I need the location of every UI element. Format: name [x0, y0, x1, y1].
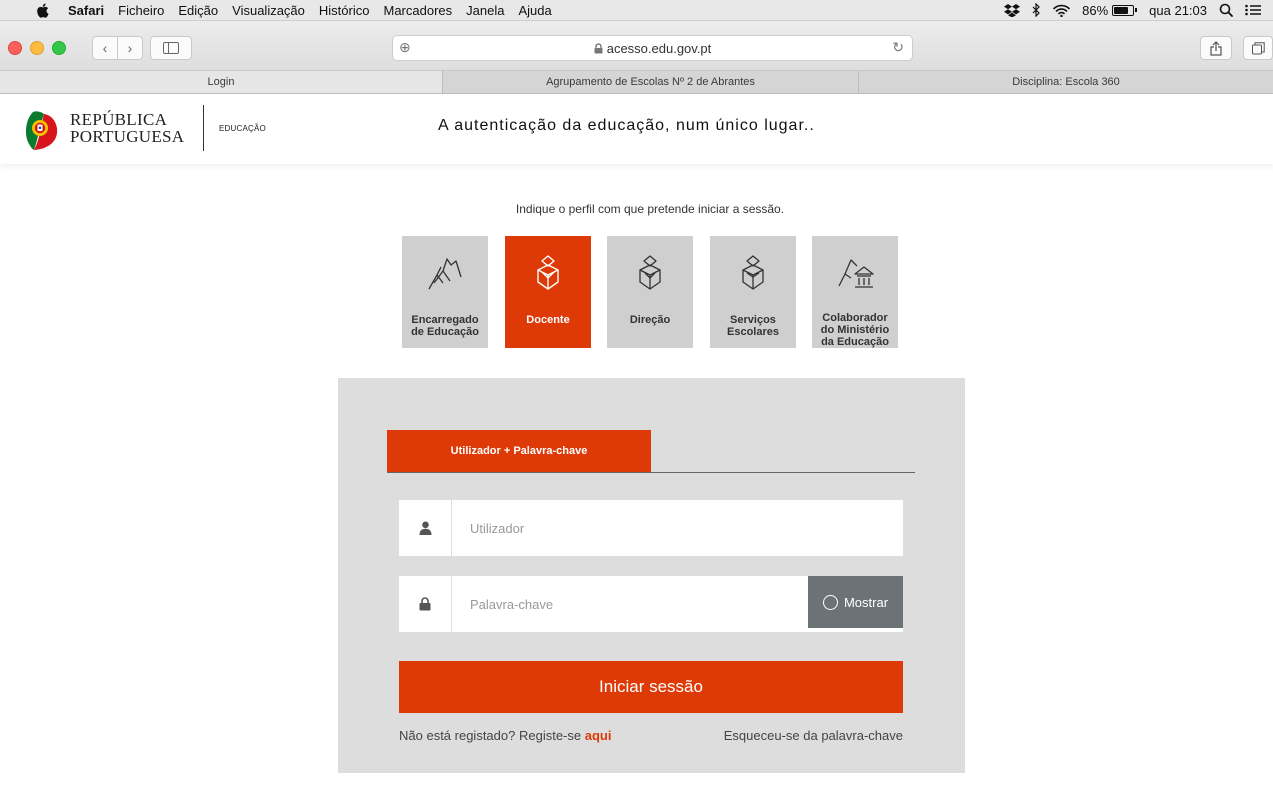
- toggle-circle-icon: [822, 594, 838, 610]
- username-input[interactable]: [452, 500, 903, 556]
- menu-janela[interactable]: Janela: [466, 3, 504, 18]
- register-link[interactable]: aqui: [585, 728, 612, 743]
- section-label: EDUCAÇÃO: [219, 124, 266, 133]
- notification-center-icon[interactable]: [1245, 4, 1261, 16]
- clock[interactable]: qua 21:03: [1149, 3, 1207, 18]
- reload-icon[interactable]: ↻: [892, 39, 904, 56]
- minimize-window-button[interactable]: [30, 41, 44, 55]
- forgot-password-link[interactable]: Esqueceu-se da palavra-chave: [724, 728, 903, 743]
- tab-login[interactable]: Login: [0, 71, 443, 93]
- profile-docente[interactable]: Docente: [505, 236, 591, 348]
- share-icon: [1210, 40, 1222, 56]
- zoom-window-button[interactable]: [52, 41, 66, 55]
- menu-edicao[interactable]: Edição: [178, 3, 218, 18]
- login-panel: Utilizador + Palavra-chave Mostrar Inici…: [338, 378, 965, 773]
- browser-toolbar: ‹ › ⊕ acesso.edu.gov.pt ↻: [0, 21, 1273, 71]
- forward-button[interactable]: ›: [118, 36, 143, 60]
- ministry-icon: [830, 248, 880, 296]
- lock-icon: [399, 576, 452, 632]
- chevron-right-icon: ›: [127, 40, 133, 56]
- profile-servicos-escolares[interactable]: Serviços Escolares: [710, 236, 796, 348]
- school-services-icon: [728, 248, 778, 298]
- profile-docente-label: Docente: [526, 314, 570, 326]
- chevron-left-icon: ‹: [102, 40, 108, 56]
- apple-menu-icon[interactable]: [36, 3, 50, 18]
- share-button[interactable]: [1200, 36, 1232, 60]
- tab-username-password[interactable]: Utilizador + Palavra-chave: [387, 430, 651, 472]
- profile-colaborador-ministerio-label: Colaborador do Ministério da Educação: [820, 312, 890, 348]
- dropbox-icon[interactable]: [1004, 3, 1021, 17]
- menu-marcadores[interactable]: Marcadores: [383, 3, 452, 18]
- sidebar-toggle-button[interactable]: [150, 36, 192, 60]
- menu-safari[interactable]: Safari: [68, 3, 104, 18]
- battery-indicator[interactable]: 86%: [1082, 2, 1138, 18]
- password-input[interactable]: [452, 576, 808, 632]
- show-password-label: Mostrar: [843, 594, 889, 610]
- profile-servicos-escolares-label: Serviços Escolares: [727, 314, 779, 338]
- show-password-button[interactable]: Mostrar: [808, 576, 903, 628]
- user-icon: [399, 500, 452, 556]
- tab-escola-360-label: Disciplina: Escola 360: [1012, 76, 1120, 88]
- profile-instruction: Indique o perfil com que pretende inicia…: [515, 202, 785, 216]
- bluetooth-icon[interactable]: [1032, 3, 1041, 17]
- teacher-icon: [523, 248, 573, 298]
- username-field: [399, 500, 903, 556]
- direction-icon: [625, 248, 675, 298]
- menu-ajuda[interactable]: Ajuda: [518, 3, 551, 18]
- header-divider: [203, 105, 204, 151]
- profile-encarregado-label: Encarregado de Educação: [411, 314, 479, 338]
- menu-ficheiro[interactable]: Ficheiro: [118, 3, 164, 18]
- page-header: REPÚBLICA PORTUGUESA EDUCAÇÃO A autentic…: [0, 94, 1273, 164]
- profile-encarregado[interactable]: Encarregado de Educação: [402, 236, 488, 348]
- tabs-overview-icon: [1251, 41, 1265, 54]
- brand-line-1: REPÚBLICA: [70, 110, 168, 129]
- menu-historico[interactable]: Histórico: [319, 3, 370, 18]
- tab-bar: Login Agrupamento de Escolas Nº 2 de Abr…: [0, 71, 1273, 94]
- wifi-icon[interactable]: [1053, 4, 1070, 17]
- login-button[interactable]: Iniciar sessão: [399, 661, 903, 713]
- lock-icon: [594, 42, 603, 54]
- close-window-button[interactable]: [8, 41, 22, 55]
- tab-username-password-label: Utilizador + Palavra-chave: [450, 445, 588, 457]
- url-text: acesso.edu.gov.pt: [606, 40, 712, 56]
- brand-line-2: PORTUGUESA: [70, 127, 185, 146]
- menu-bar: Safari Ficheiro Edição Visualização Hist…: [0, 0, 1273, 21]
- history-navigation: ‹ ›: [92, 36, 143, 60]
- spotlight-search-icon[interactable]: [1219, 3, 1233, 17]
- guardian-icon: [420, 248, 470, 298]
- new-tab-icon[interactable]: ⊕: [399, 39, 411, 56]
- password-field: Mostrar: [399, 576, 903, 632]
- sidebar-icon: [163, 42, 179, 54]
- battery-fill: [1114, 6, 1129, 14]
- tab-login-label: Login: [207, 76, 235, 88]
- tab-escola-360[interactable]: Disciplina: Escola 360: [859, 71, 1273, 93]
- menu-visualizacao[interactable]: Visualização: [232, 3, 305, 18]
- register-prompt: Não está registado? Registe-se aqui: [399, 728, 611, 743]
- profile-direcao-label: Direção: [629, 314, 671, 326]
- profile-colaborador-ministerio[interactable]: Colaborador do Ministério da Educação: [812, 236, 898, 348]
- tab-underline: [387, 472, 915, 473]
- show-tabs-button[interactable]: [1243, 36, 1273, 60]
- battery-percent: 86%: [1082, 2, 1109, 18]
- page-tagline: A autenticação da educação, num único lu…: [438, 117, 815, 134]
- window-controls: [8, 41, 66, 55]
- tab-agrupamento[interactable]: Agrupamento de Escolas Nº 2 de Abrantes: [443, 71, 859, 93]
- battery-icon: [1112, 4, 1135, 16]
- profile-direcao[interactable]: Direção: [607, 236, 693, 348]
- register-text: Não está registado? Registe-se: [399, 728, 585, 743]
- brand-name: REPÚBLICA PORTUGUESA: [70, 111, 184, 145]
- login-button-label: Iniciar sessão: [599, 677, 703, 696]
- tab-agrupamento-label: Agrupamento de Escolas Nº 2 de Abrantes: [546, 76, 755, 88]
- back-button[interactable]: ‹: [92, 36, 118, 60]
- republica-portuguesa-logo[interactable]: [24, 109, 60, 156]
- address-bar[interactable]: ⊕ acesso.edu.gov.pt ↻: [392, 35, 913, 61]
